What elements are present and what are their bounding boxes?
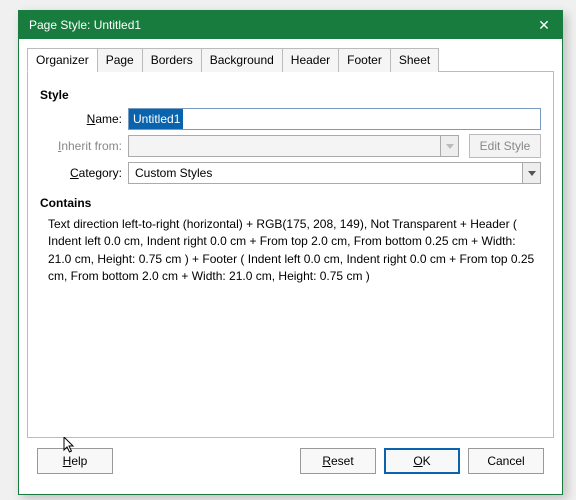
- organizer-panel: Style Name: Inherit from: Edit Style Cat…: [27, 71, 554, 438]
- category-dropdown-button[interactable]: [522, 163, 540, 183]
- help-button[interactable]: Help: [37, 448, 113, 474]
- tab-sheet[interactable]: Sheet: [390, 48, 439, 72]
- name-row: Name:: [40, 108, 541, 130]
- window-title: Page Style: Untitled1: [29, 18, 141, 32]
- reset-button[interactable]: Reset: [300, 448, 376, 474]
- close-icon[interactable]: ✕: [534, 17, 554, 34]
- category-value: Custom Styles: [135, 166, 212, 180]
- contains-heading: Contains: [40, 196, 541, 210]
- tab-organizer[interactable]: Organizer: [27, 48, 98, 72]
- chevron-down-icon: [446, 144, 454, 149]
- tab-page[interactable]: Page: [97, 48, 143, 72]
- titlebar[interactable]: Page Style: Untitled1 ✕: [19, 11, 562, 39]
- edit-style-button: Edit Style: [469, 134, 541, 158]
- name-label: Name:: [40, 112, 128, 126]
- chevron-down-icon: [528, 171, 536, 176]
- tab-background[interactable]: Background: [201, 48, 283, 72]
- category-combo[interactable]: Custom Styles: [128, 162, 541, 184]
- tab-borders[interactable]: Borders: [142, 48, 202, 72]
- tab-strip: Organizer Page Borders Background Header…: [27, 48, 554, 72]
- tab-header[interactable]: Header: [282, 48, 339, 72]
- inherit-label: Inherit from:: [40, 139, 128, 153]
- category-label: Category:: [40, 166, 128, 180]
- style-heading: Style: [40, 88, 541, 102]
- client-area: Organizer Page Borders Background Header…: [19, 39, 562, 494]
- inherit-combo: [128, 135, 459, 157]
- inherit-dropdown-button: [440, 136, 458, 156]
- contains-text: Text direction left-to-right (horizontal…: [40, 216, 541, 286]
- page-style-dialog: Page Style: Untitled1 ✕ Organizer Page B…: [18, 10, 563, 495]
- category-row: Category: Custom Styles: [40, 162, 541, 184]
- name-input[interactable]: [128, 108, 541, 130]
- inherit-row: Inherit from: Edit Style: [40, 134, 541, 158]
- button-bar: Help Reset OK Cancel: [27, 438, 554, 486]
- ok-button[interactable]: OK: [384, 448, 460, 474]
- cancel-button[interactable]: Cancel: [468, 448, 544, 474]
- tab-footer[interactable]: Footer: [338, 48, 391, 72]
